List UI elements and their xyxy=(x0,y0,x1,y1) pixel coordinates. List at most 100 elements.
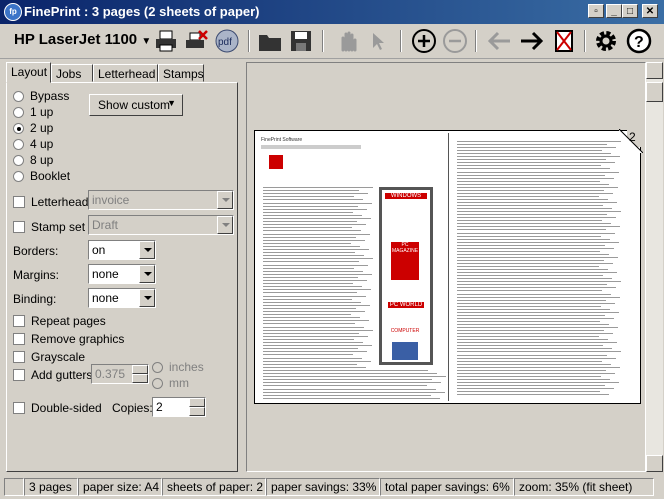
remove-graphics-checkbox[interactable] xyxy=(13,333,25,345)
copies-input[interactable]: 2 xyxy=(152,397,206,417)
remove-graphics-row[interactable]: Remove graphics xyxy=(13,332,124,346)
text-line xyxy=(263,224,366,226)
close-button[interactable]: ✕ xyxy=(642,4,658,18)
text-line xyxy=(457,381,619,383)
gutter-spinner[interactable] xyxy=(132,365,148,383)
text-line xyxy=(457,369,606,371)
repeat-pages-checkbox[interactable] xyxy=(13,315,25,327)
save-button[interactable] xyxy=(287,28,315,54)
text-line xyxy=(263,205,358,207)
letterhead-checkbox[interactable] xyxy=(13,196,25,208)
option-1-up[interactable]: 1 up xyxy=(13,105,53,119)
double-sided-checkbox[interactable] xyxy=(13,402,25,414)
text-line xyxy=(457,241,619,243)
tab-layout[interactable]: Layout xyxy=(6,62,51,83)
printer-selector[interactable]: HP LaserJet 1100 ▼ xyxy=(14,31,151,48)
text-line xyxy=(263,345,372,347)
stampset-select[interactable]: Draft xyxy=(88,215,234,235)
borders-label: Borders: xyxy=(13,244,59,258)
binding-label: Binding: xyxy=(13,292,57,306)
mm-option[interactable]: mm xyxy=(152,376,189,390)
option-2-up[interactable]: 2 up xyxy=(13,121,53,135)
text-line xyxy=(457,244,605,246)
gutter-input[interactable]: 0.375 xyxy=(91,364,149,384)
text-line xyxy=(263,258,373,260)
text-line xyxy=(457,174,605,176)
status-sheets: sheets of paper: 2 xyxy=(162,478,266,496)
radio-mm[interactable] xyxy=(152,377,163,389)
option-4-up[interactable]: 4 up xyxy=(13,137,53,151)
text-line xyxy=(263,252,355,254)
select-button[interactable] xyxy=(366,28,394,54)
open-button[interactable] xyxy=(256,28,284,54)
radio-inches[interactable] xyxy=(152,361,163,373)
pdf-icon: pdf xyxy=(215,29,239,53)
tab-jobs[interactable]: Jobs xyxy=(51,64,93,82)
settings-button[interactable] xyxy=(592,28,620,54)
binding-select[interactable]: none xyxy=(88,288,156,308)
stampset-checkbox-row[interactable]: Stamp set xyxy=(13,220,85,234)
text-line xyxy=(263,286,362,288)
minimize-button[interactable]: _ xyxy=(606,4,622,18)
text-line xyxy=(457,281,621,283)
text-line xyxy=(457,156,620,158)
letterhead-checkbox-row[interactable]: Letterhead xyxy=(13,195,88,209)
award-windows: WINDOWS xyxy=(385,193,427,199)
option-bypass[interactable]: Bypass xyxy=(13,89,69,103)
text-line xyxy=(457,302,615,304)
tab-letterhead[interactable]: Letterhead xyxy=(93,64,158,82)
radio-8-up[interactable] xyxy=(13,154,24,166)
text-line xyxy=(263,255,364,257)
show-custom-button[interactable]: Show custom ▼ xyxy=(89,94,183,116)
add-gutters-checkbox[interactable] xyxy=(13,369,25,381)
copies-spinner[interactable] xyxy=(189,398,205,416)
scroll-down-button[interactable] xyxy=(646,455,663,472)
delete-job-button[interactable] xyxy=(182,28,210,54)
grayscale-checkbox[interactable] xyxy=(13,351,25,363)
scroll-up-button[interactable] xyxy=(646,62,663,79)
margins-select[interactable]: none xyxy=(88,264,156,284)
delete-page-button[interactable] xyxy=(550,28,578,54)
borders-select[interactable]: on xyxy=(88,240,156,260)
letterhead-select[interactable]: invoice xyxy=(88,190,234,210)
restore-icon[interactable]: ▫ xyxy=(588,4,604,18)
pan-button[interactable] xyxy=(334,28,362,54)
text-line xyxy=(263,307,356,309)
repeat-pages-row[interactable]: Repeat pages xyxy=(13,314,106,328)
next-page-button[interactable] xyxy=(518,28,546,54)
double-sided-row[interactable]: Double-sided xyxy=(13,401,102,415)
text-line xyxy=(457,336,599,338)
text-line xyxy=(457,226,620,228)
stampset-checkbox[interactable] xyxy=(13,221,25,233)
pdf-button[interactable]: pdf xyxy=(213,28,241,54)
add-gutters-row[interactable]: Add gutters xyxy=(13,368,92,382)
radio-bypass[interactable] xyxy=(13,90,24,102)
text-line xyxy=(457,333,613,335)
zoom-in-button[interactable] xyxy=(410,28,438,54)
text-line xyxy=(263,329,373,331)
option-8-up[interactable]: 8 up xyxy=(13,153,53,167)
maximize-button[interactable]: □ xyxy=(622,4,638,18)
grayscale-row[interactable]: Grayscale xyxy=(13,350,85,364)
text-line xyxy=(263,218,371,219)
option-booklet[interactable]: Booklet xyxy=(13,169,70,183)
text-line xyxy=(457,391,600,393)
print-button[interactable] xyxy=(152,28,180,54)
text-line xyxy=(457,275,603,277)
folder-icon xyxy=(259,35,281,51)
text-line xyxy=(457,375,601,377)
inches-option[interactable]: inches xyxy=(152,360,204,374)
previous-page-button[interactable] xyxy=(485,28,513,54)
text-line xyxy=(457,247,614,249)
radio-booklet[interactable] xyxy=(13,170,24,182)
tab-stamps[interactable]: Stamps xyxy=(158,64,204,82)
zoom-out-button[interactable] xyxy=(441,28,469,54)
scroll-thumb[interactable] xyxy=(646,82,663,102)
radio-1-up[interactable] xyxy=(13,106,24,118)
vertical-scrollbar[interactable] xyxy=(646,62,663,472)
radio-4-up[interactable] xyxy=(13,138,24,150)
radio-2-up[interactable] xyxy=(13,122,24,134)
help-button[interactable]: ? xyxy=(625,28,653,54)
text-line xyxy=(263,270,363,272)
text-line xyxy=(263,320,369,322)
